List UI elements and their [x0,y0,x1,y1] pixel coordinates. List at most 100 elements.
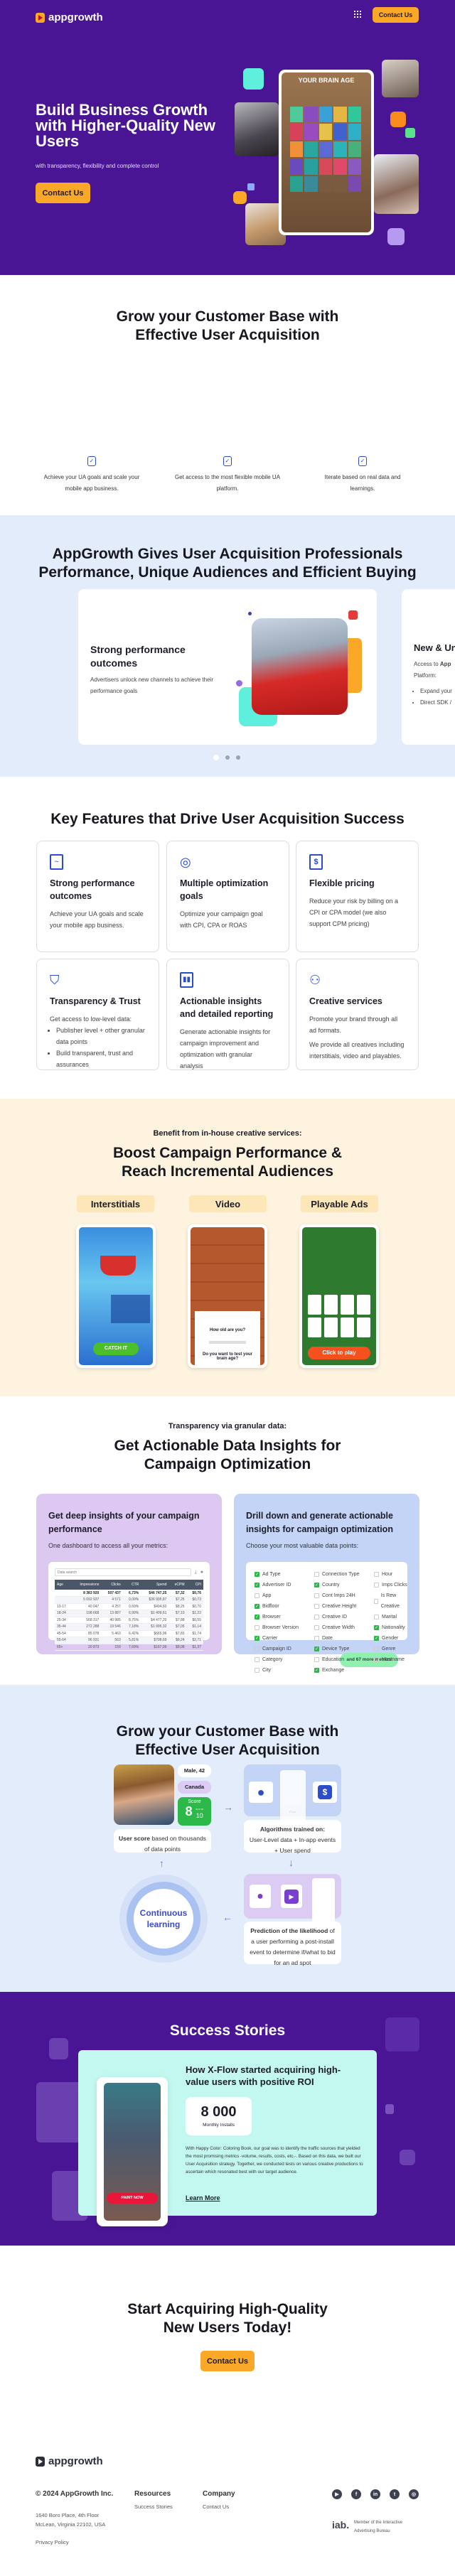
datapoint-checkbox[interactable]: Creative Height [314,1601,359,1612]
table-header[interactable]: Clicks [101,1580,123,1590]
datapoint-checkbox[interactable]: Creative Width [314,1622,359,1633]
unchecked-icon[interactable] [374,1598,378,1604]
carousel-dot[interactable] [236,755,240,760]
unchecked-icon[interactable] [374,1583,379,1588]
datapoint-checkbox[interactable]: Hostname [374,1654,407,1665]
unchecked-icon[interactable] [374,1647,379,1651]
datapoint-checkbox[interactable]: Campaign ID [255,1644,299,1654]
footer-contact-link[interactable]: Contact Us [203,2504,229,2510]
catch-it-button[interactable]: CATCH IT [93,1342,139,1355]
checked-icon[interactable]: ✓ [255,1636,259,1641]
twitter-icon[interactable]: t [390,2489,400,2499]
table-header[interactable]: eCPM [168,1580,187,1590]
hero-contact-button[interactable]: Contact Us [36,183,90,203]
datapoint-checkbox[interactable]: ✓ Bidfloor [255,1601,299,1612]
unchecked-icon[interactable] [314,1572,319,1577]
carousel-dot[interactable] [225,755,230,760]
settings-icon[interactable]: ● [200,1570,203,1575]
flow-section: Grow your Customer Base with Effective U… [0,1685,455,1992]
datapoint-checkbox[interactable]: Marital [374,1612,407,1622]
datapoint-checkbox[interactable]: Creative ID [314,1612,359,1622]
linkedin-icon[interactable]: in [370,2489,380,2499]
tab-playable-ads[interactable]: Playable Ads [301,1195,378,1212]
datapoint-label: Category [262,1657,283,1662]
table-cell: $1,37 [186,1644,203,1651]
unchecked-icon[interactable] [314,1636,319,1641]
logo[interactable]: appgrowth [36,11,103,23]
datapoint-label: Imps Clicks [382,1583,407,1588]
stat-label: Monthly Installs [203,2123,235,2128]
grid-menu-icon[interactable] [354,11,361,18]
export-icon[interactable]: ⤓ [195,1570,197,1575]
checked-icon[interactable]: ✓ [314,1647,319,1651]
datapoint-checkbox[interactable]: App [255,1590,299,1601]
user-icon: ● [249,1782,273,1803]
unchecked-icon[interactable] [314,1615,319,1620]
unchecked-icon[interactable] [374,1572,379,1577]
unchecked-icon[interactable] [314,1593,319,1598]
datapoint-checkbox[interactable]: ✓ Nationality [374,1622,407,1633]
table-header[interactable]: Age [55,1580,72,1590]
datapoint-checkbox[interactable]: ✓ Advertiser ID [255,1580,299,1590]
datapoint-checkbox[interactable]: City [255,1665,299,1676]
checked-icon[interactable]: ✓ [255,1583,259,1588]
tab-video[interactable]: Video [189,1195,267,1212]
tab-interstitials[interactable]: Interstitials [77,1195,154,1212]
datapoint-checkbox[interactable]: ✓ Browser [255,1612,299,1622]
checked-icon[interactable]: ✓ [374,1636,379,1641]
checked-icon[interactable]: ✓ [255,1572,259,1577]
click-to-play-button[interactable]: Click to play [308,1347,370,1359]
unchecked-icon[interactable] [255,1625,259,1630]
unchecked-icon[interactable] [255,1593,259,1598]
table-header[interactable]: Impressions [71,1580,102,1590]
checked-icon[interactable]: ✓ [255,1604,259,1609]
checked-icon[interactable]: ✓ [255,1615,259,1620]
table-row: 5 092 937 4 571 0,09% $36 905,87 $7,25 $0,73 [55,1596,203,1604]
facebook-icon[interactable]: f [351,2489,361,2499]
unchecked-icon[interactable] [255,1657,259,1662]
cta-contact-button[interactable]: Contact Us [200,2351,255,2371]
datapoint-checkbox[interactable]: ✓ Device Type [314,1644,359,1654]
unchecked-icon[interactable] [255,1647,259,1651]
datapoint-checkbox[interactable]: Category [255,1654,299,1665]
datapoint-checkbox[interactable]: ✓ Country [314,1580,359,1590]
datapoint-checkbox[interactable]: Date [314,1633,359,1644]
nav-contact-button[interactable]: Contact Us [373,7,419,23]
table-header[interactable]: CTR [122,1580,141,1590]
carousel-dot-active[interactable] [213,755,219,760]
datapoint-checkbox[interactable]: ✓ Exchange [314,1665,359,1676]
instagram-icon[interactable]: ◎ [409,2489,419,2499]
datapoint-checkbox[interactable]: ✓ Carrier [255,1633,299,1644]
datapoint-checkbox[interactable]: ✓ Ad Type [255,1569,299,1580]
checked-icon[interactable]: ✓ [314,1583,319,1588]
checked-icon[interactable]: ✓ [374,1625,379,1630]
unchecked-icon[interactable] [374,1657,379,1662]
footer-success-stories-link[interactable]: Success Stories [134,2504,173,2510]
checked-icon[interactable]: ✓ [314,1668,319,1673]
datapoint-checkbox[interactable]: Cont Imps 24H [314,1590,359,1601]
unchecked-icon[interactable] [314,1657,319,1662]
datapoint-checkbox[interactable]: Imps Clicks [374,1580,407,1590]
table-header[interactable]: CPI [186,1580,203,1590]
datapoint-checkbox[interactable]: Education [314,1654,359,1665]
data-search-input[interactable] [55,1568,191,1576]
carousel-slide[interactable]: Strong performance outcomes Advertisers … [78,589,377,745]
datapoint-checkbox[interactable]: Connection Type [314,1569,359,1580]
table-cell: $36 905,87 [141,1596,169,1604]
unchecked-icon[interactable] [374,1615,379,1620]
datapoint-checkbox[interactable]: Genre [374,1644,407,1654]
datapoint-checkbox[interactable]: Is Rew Creative [374,1590,407,1612]
youtube-icon[interactable]: ▶ [332,2489,342,2499]
unchecked-icon[interactable] [255,1668,259,1673]
datapoint-checkbox[interactable]: Browser Version [255,1622,299,1633]
learn-more-link[interactable]: Learn More [186,2194,220,2202]
table-header[interactable]: Spend [141,1580,169,1590]
privacy-policy-link[interactable]: Privacy Policy [36,2539,69,2545]
unchecked-icon[interactable] [314,1604,319,1609]
footer-logo[interactable]: appgrowth [36,2455,103,2467]
unchecked-icon[interactable] [314,1625,319,1630]
datapoint-checkbox[interactable]: Hour [374,1569,407,1580]
datapoint-checkbox[interactable]: ✓ Gender [374,1633,407,1644]
carousel-slide[interactable]: New & Un Access to AppPlatform: Expand y… [402,589,455,745]
paint-now-button[interactable]: PAINT NOW [107,2193,158,2204]
